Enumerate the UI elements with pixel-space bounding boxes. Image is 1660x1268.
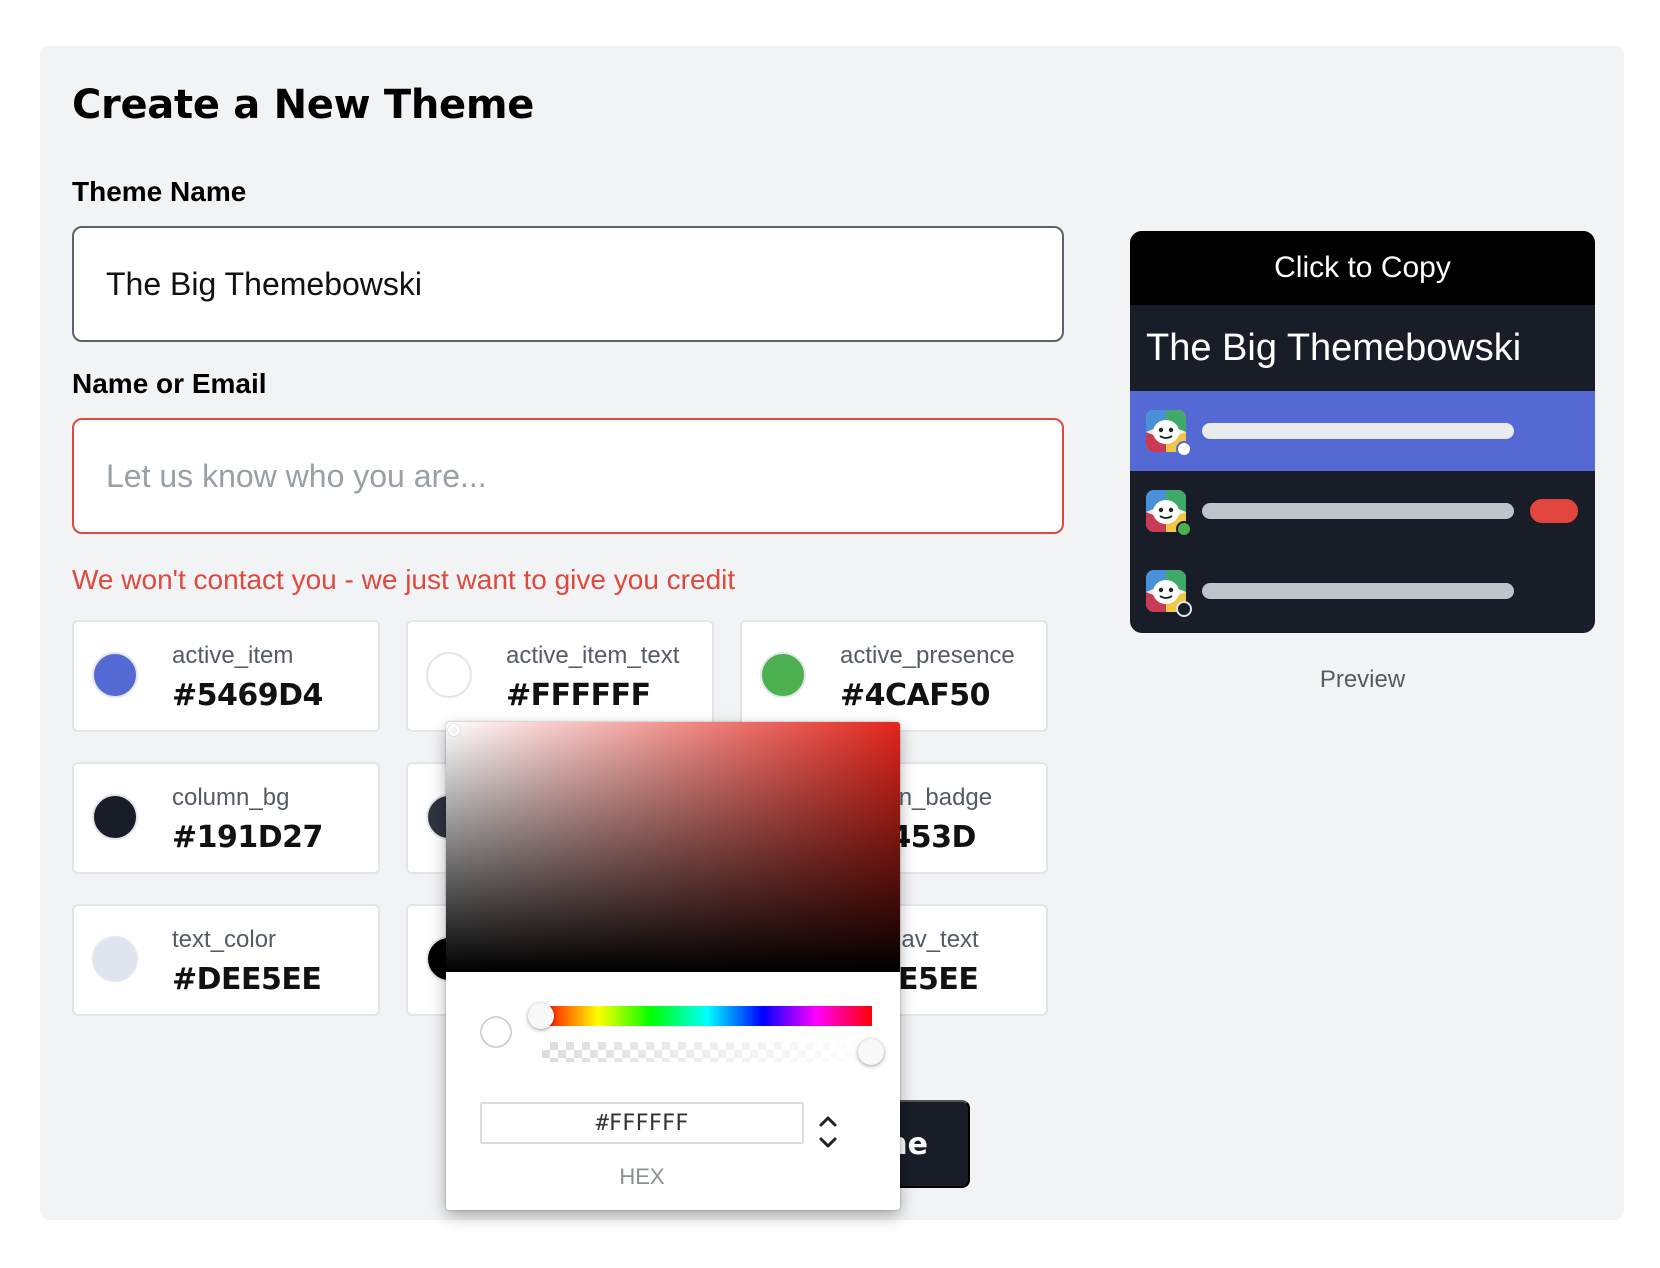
swatch-name: text_color xyxy=(172,926,277,953)
channel-placeholder-bar xyxy=(1202,423,1514,439)
theme-name-label: Theme Name xyxy=(72,176,247,207)
presence-indicator xyxy=(1176,441,1192,457)
swatch-name: active_item_text xyxy=(506,642,680,669)
name-or-email-label: Name or Email xyxy=(72,368,267,399)
channel-placeholder-bar xyxy=(1202,503,1514,519)
preview-row xyxy=(1130,551,1595,631)
name-or-email-input[interactable]: Let us know who you are... xyxy=(72,418,1064,534)
swatch-hex: #DEE5EE xyxy=(172,962,322,997)
hue-slider[interactable] xyxy=(542,1006,872,1026)
swatch-hex: #191D27 xyxy=(172,820,323,855)
presence-away-indicator xyxy=(1176,601,1192,617)
swatch-card[interactable]: active_item #5469D4 xyxy=(72,620,380,732)
swatch-card[interactable]: column_bg #191D27 xyxy=(72,762,380,874)
color-dot[interactable] xyxy=(760,652,806,698)
channel-placeholder-bar xyxy=(1202,583,1514,599)
swatch-hex: #4CAF50 xyxy=(840,678,991,713)
swatch-name: active_presence xyxy=(840,642,1015,669)
color-dot[interactable] xyxy=(426,652,472,698)
swatch-hex: #5469D4 xyxy=(172,678,323,713)
mention-badge xyxy=(1530,499,1578,523)
hex-input[interactable]: #FFFFFF xyxy=(480,1102,804,1144)
color-dot[interactable] xyxy=(92,794,138,840)
theme-name-input[interactable]: The Big Themebowski xyxy=(72,226,1064,342)
color-dot[interactable] xyxy=(92,936,138,982)
preview-caption: Preview xyxy=(1319,666,1406,693)
hue-slider-handle[interactable] xyxy=(528,1003,554,1029)
saturation-pointer[interactable] xyxy=(448,724,460,736)
color-dot[interactable] xyxy=(92,652,138,698)
preview-theme-name: The Big Themebowski xyxy=(1146,326,1522,369)
format-toggle-icon[interactable] xyxy=(812,1110,844,1154)
saturation-area[interactable] xyxy=(446,722,900,972)
alpha-slider-handle[interactable] xyxy=(858,1039,884,1065)
selected-color-preview xyxy=(480,1016,512,1048)
swatch-card[interactable]: active_item_text #FFFFFF xyxy=(406,620,714,732)
swatch-card[interactable]: active_presence #4CAF50 xyxy=(740,620,1048,732)
swatch-hex: #FFFFFF xyxy=(506,678,651,713)
theme-preview[interactable]: Click to Copy The Big Themebowski xyxy=(1130,231,1595,633)
color-picker-popover[interactable]: #FFFFFF HEX xyxy=(446,722,900,1210)
name-or-email-error: We won't contact you - we just want to g… xyxy=(72,564,736,595)
swatch-name: nav_text xyxy=(888,926,979,953)
preview-row xyxy=(1130,471,1595,551)
alpha-slider[interactable] xyxy=(542,1042,872,1062)
preview-row-active xyxy=(1130,391,1595,471)
presence-online-indicator xyxy=(1176,521,1192,537)
page-title: Create a New Theme xyxy=(72,82,535,128)
swatch-name: column_bg xyxy=(172,784,290,811)
hex-format-label: HEX xyxy=(619,1164,665,1189)
swatch-name: active_item xyxy=(172,642,294,669)
swatch-card[interactable]: text_color #DEE5EE xyxy=(72,904,380,1016)
click-to-copy-bar[interactable]: Click to Copy xyxy=(1130,231,1595,305)
